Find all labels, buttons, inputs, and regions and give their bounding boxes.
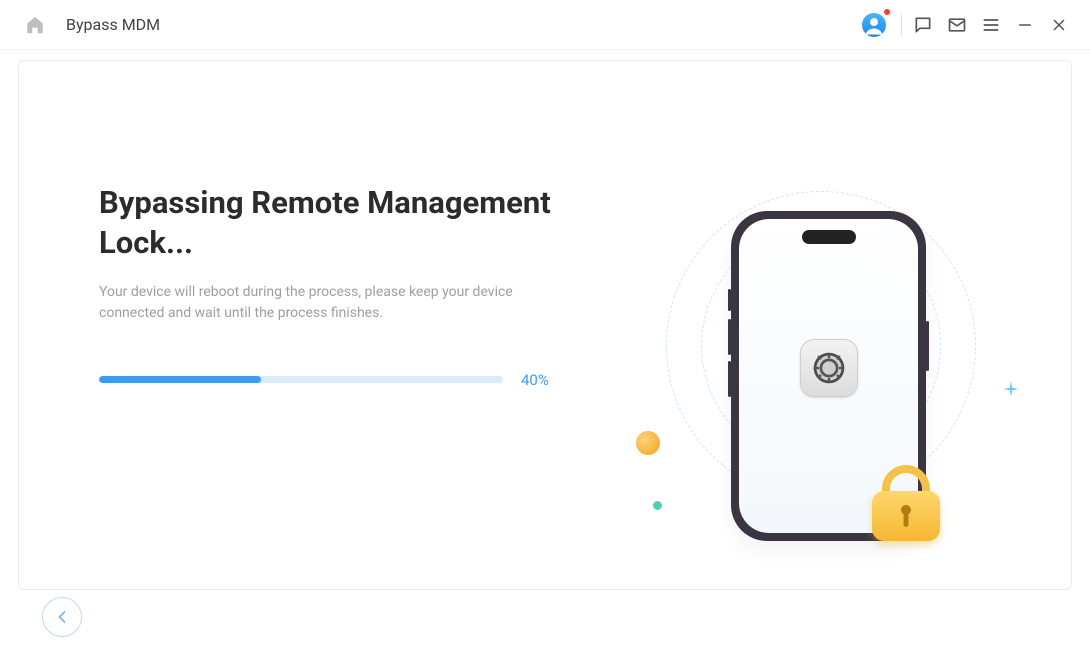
orange-dot-icon bbox=[636, 431, 660, 455]
menu-icon[interactable] bbox=[974, 8, 1008, 42]
settings-gear-icon bbox=[800, 339, 858, 397]
close-button[interactable] bbox=[1042, 8, 1076, 42]
back-button[interactable] bbox=[42, 597, 82, 637]
phone-notch-icon bbox=[802, 230, 856, 244]
progress-section: Bypassing Remote Management Lock... Your… bbox=[99, 183, 569, 389]
notification-dot-icon bbox=[883, 8, 891, 16]
page-title: Bypass MDM bbox=[66, 15, 160, 34]
progress-percent-label: 40% bbox=[521, 371, 549, 389]
titlebar-divider bbox=[901, 14, 902, 36]
footer bbox=[0, 584, 1090, 650]
chat-icon[interactable] bbox=[906, 8, 940, 42]
teal-dot-icon bbox=[653, 501, 662, 510]
progress-bar: 40% bbox=[99, 371, 569, 389]
main-panel: Bypassing Remote Management Lock... Your… bbox=[18, 60, 1072, 590]
sparkle-icon bbox=[1003, 381, 1019, 397]
account-icon[interactable] bbox=[857, 8, 891, 42]
illustration bbox=[631, 151, 1011, 541]
mail-icon[interactable] bbox=[940, 8, 974, 42]
minimize-button[interactable] bbox=[1008, 8, 1042, 42]
heading: Bypassing Remote Management Lock... bbox=[99, 183, 569, 264]
description-text: Your device will reboot during the proce… bbox=[99, 282, 539, 325]
progress-fill bbox=[99, 376, 261, 383]
progress-track bbox=[99, 376, 503, 383]
phone-icon bbox=[731, 211, 926, 541]
padlock-icon bbox=[868, 465, 944, 543]
titlebar: Bypass MDM bbox=[0, 0, 1090, 50]
home-icon[interactable] bbox=[18, 8, 52, 42]
